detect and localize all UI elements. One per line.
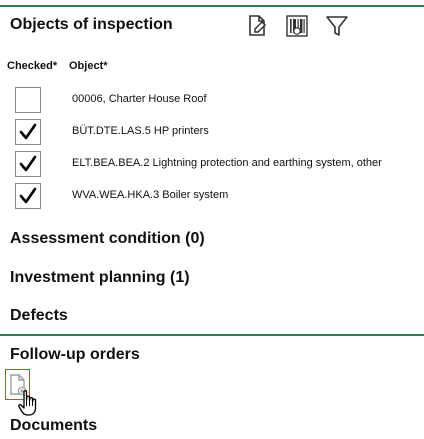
objects-toolbar <box>244 13 350 39</box>
object-name: BÜT.DTE.LAS.5 HP printers <box>72 125 209 137</box>
row-checkbox[interactable] <box>15 183 41 209</box>
document-edit-icon[interactable] <box>244 13 270 39</box>
row-checkbox[interactable] <box>15 87 41 113</box>
object-name: ELT.BEA.BEA.2 Lightning protection and e… <box>72 157 382 169</box>
table-row: WVA.WEA.HKA.3 Boiler system <box>0 183 424 211</box>
add-follow-up-order-button[interactable] <box>5 369 30 400</box>
follow-up-orders-title: Follow-up orders <box>10 346 140 363</box>
table-row: 00006, Charter House Roof <box>0 87 424 115</box>
column-header-object: Object* <box>69 60 108 72</box>
objects-of-inspection-title: Objects of inspection <box>10 16 173 33</box>
barcode-scan-icon[interactable] <box>284 13 310 39</box>
object-name: WVA.WEA.HKA.3 Boiler system <box>72 189 229 201</box>
row-checkbox[interactable] <box>15 119 41 145</box>
filter-icon[interactable] <box>324 13 350 39</box>
section-divider <box>0 334 424 336</box>
defects-section[interactable]: Defects <box>10 307 68 325</box>
documents-section[interactable]: Documents <box>10 417 97 435</box>
object-name: 00006, Charter House Roof <box>72 93 207 105</box>
assessment-condition-section[interactable]: Assessment condition (0) <box>10 230 205 248</box>
table-row: BÜT.DTE.LAS.5 HP printers <box>0 119 424 147</box>
table-row: ELT.BEA.BEA.2 Lightning protection and e… <box>0 151 424 179</box>
add-document-icon <box>10 374 27 396</box>
top-divider <box>0 5 424 7</box>
column-header-checked: Checked* <box>7 60 58 72</box>
row-checkbox[interactable] <box>15 151 41 177</box>
investment-planning-section[interactable]: Investment planning (1) <box>10 269 190 287</box>
